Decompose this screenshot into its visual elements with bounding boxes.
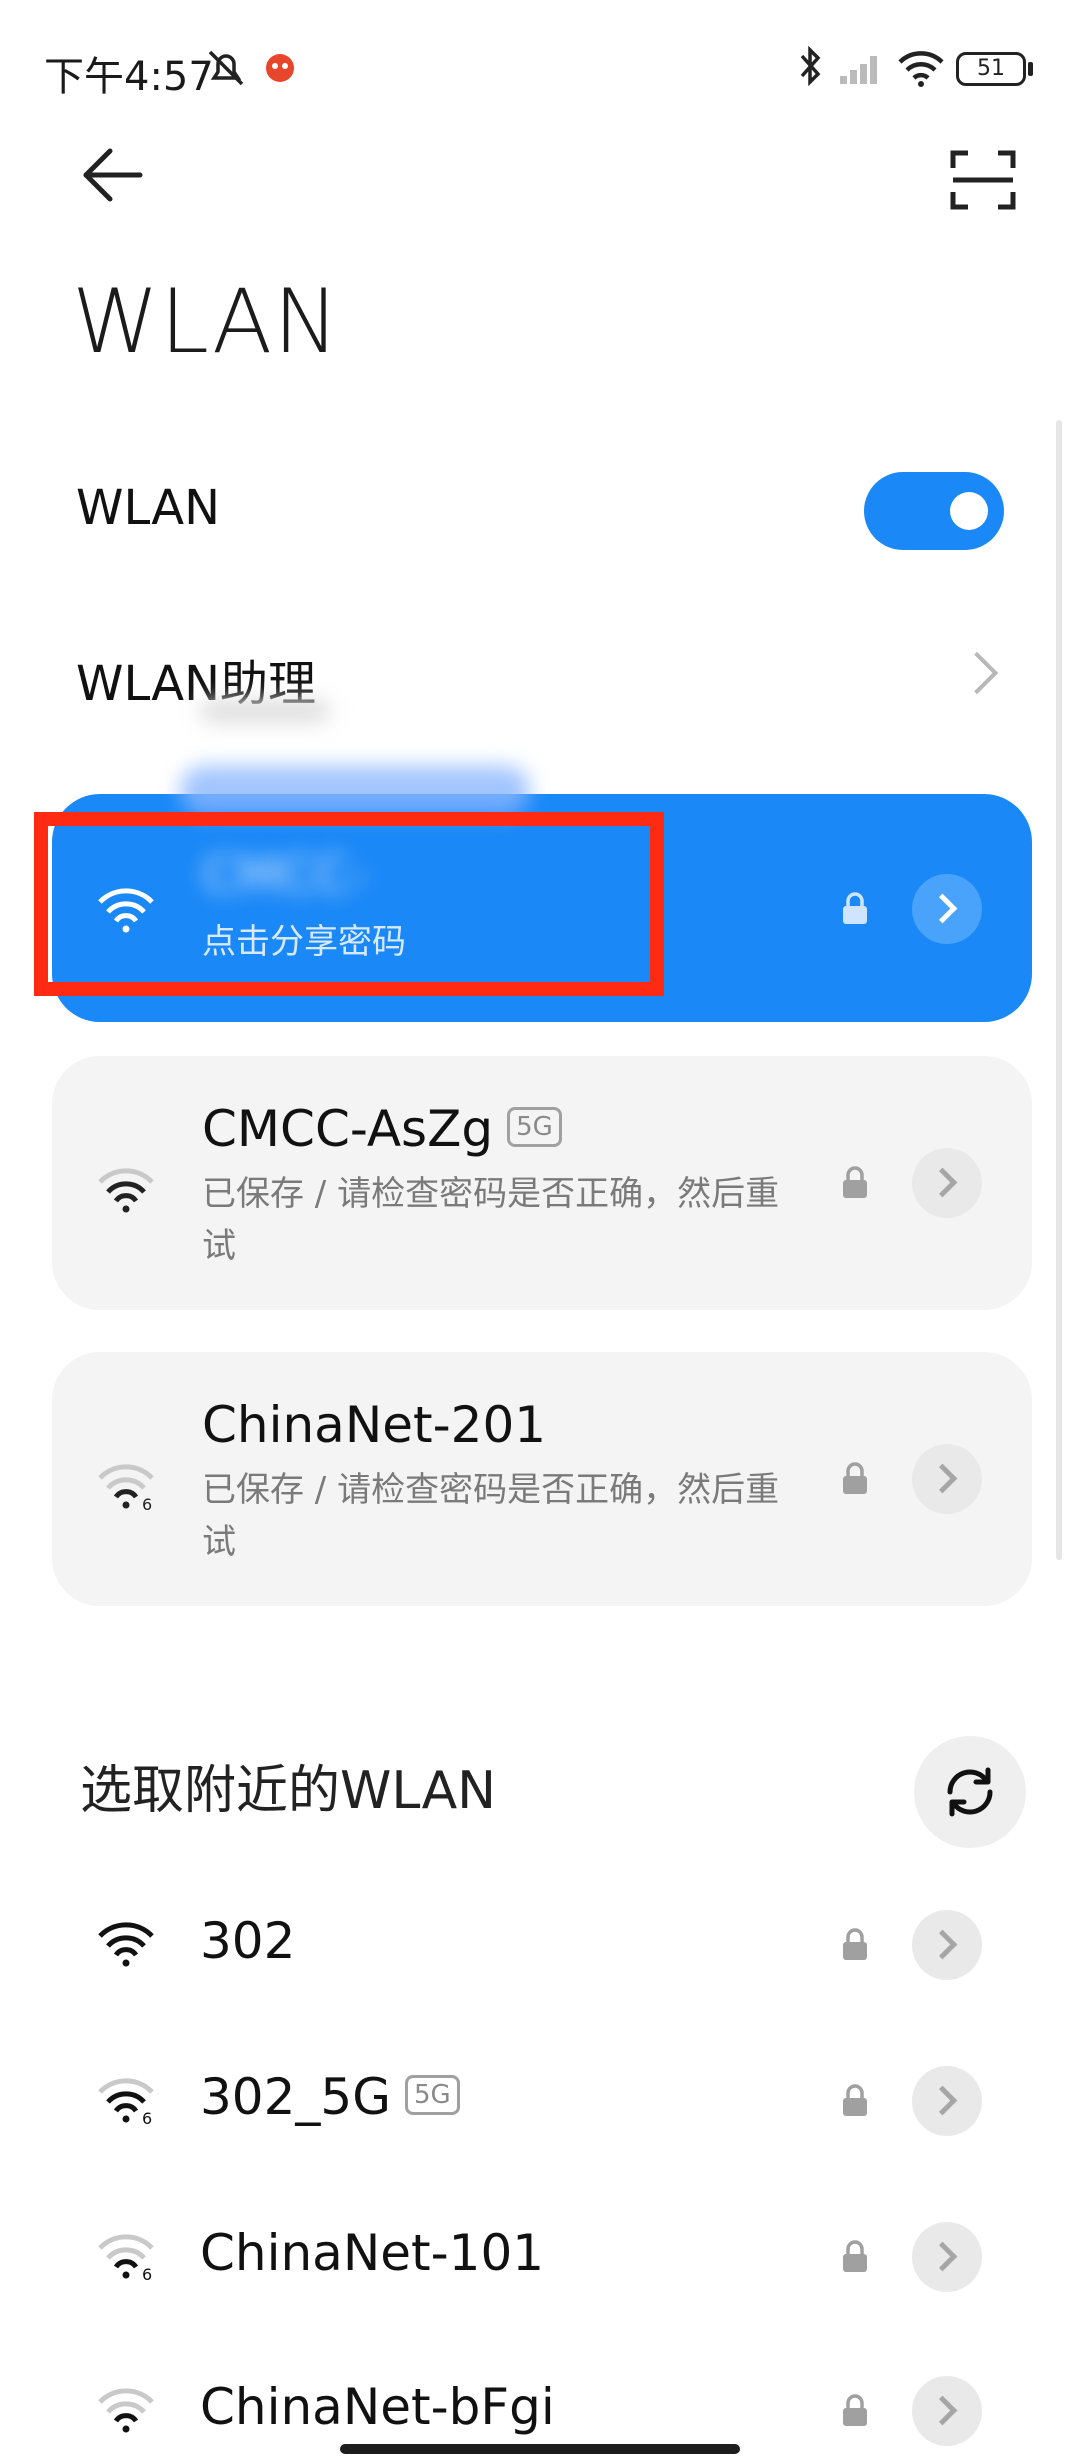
lock-icon (843, 2394, 867, 2426)
network-details-button[interactable] (912, 2222, 982, 2292)
annotation-highlight-box (34, 812, 664, 996)
chevron-right-icon (927, 2395, 958, 2426)
nearby-network-row[interactable]: 6 ChinaNet-101 (0, 2192, 1040, 2322)
svg-text:6: 6 (142, 2109, 152, 2124)
redacted-text (200, 700, 330, 722)
saved-network-card[interactable]: 6 ChinaNet-201 已保存 / 请检查密码是否正确，然后重试 (52, 1352, 1032, 1606)
network-details-button[interactable] (912, 1910, 982, 1980)
chevron-right-icon (927, 1167, 958, 1198)
nearby-network-name: 302_5G 5G (200, 2068, 460, 2126)
chevron-right-icon (955, 651, 999, 695)
lock-icon (843, 1462, 867, 1494)
network-details-button[interactable] (912, 1148, 982, 1218)
lock-icon (843, 2240, 867, 2272)
wifi6-signal-icon: 6 (98, 2078, 154, 2124)
wlan-row-label: WLAN (76, 480, 221, 536)
saved-network-status: 已保存 / 请检查密码是否正确，然后重试 (202, 1174, 780, 1266)
svg-text:6: 6 (142, 1495, 152, 1510)
refresh-button[interactable] (914, 1736, 1026, 1848)
nearby-network-row[interactable]: 302 (0, 1880, 1040, 2010)
page-title: WLAN (72, 270, 341, 373)
network-name-text: 302_5G (200, 2068, 391, 2126)
nearby-network-name: ChinaNet-101 (200, 2224, 545, 2282)
scan-qr-icon[interactable] (950, 150, 1016, 210)
saved-network-status: 已保存 / 请检查密码是否正确，然后重试 (202, 1470, 780, 1562)
network-details-button[interactable] (912, 1444, 982, 1514)
lock-icon (843, 1928, 867, 1960)
wifi-signal-icon (98, 1922, 154, 1967)
chevron-right-icon (927, 1929, 958, 1960)
wifi-signal-icon (98, 2388, 154, 2433)
redacted-overlay (180, 766, 530, 816)
scrollbar[interactable] (1056, 420, 1062, 1560)
wifi6-signal-icon: 6 (98, 2234, 154, 2280)
wlan-assistant-row[interactable] (0, 0, 1040, 120)
back-arrow-icon[interactable] (80, 140, 150, 210)
network-name-text: CMCC-AsZg (202, 1100, 494, 1158)
nearby-network-name: 302 (200, 1912, 296, 1970)
home-indicator[interactable] (340, 2444, 740, 2454)
wifi-signal-icon (98, 1168, 154, 1213)
lock-icon (843, 2084, 867, 2116)
toggle-knob (950, 492, 988, 530)
nearby-network-row[interactable]: ChinaNet-bFgi (0, 2346, 1040, 2460)
chevron-right-icon (927, 2241, 958, 2272)
saved-network-name: ChinaNet-201 (202, 1396, 547, 1454)
network-details-button[interactable] (912, 2066, 982, 2136)
saved-network-card[interactable]: CMCC-AsZg 5G 已保存 / 请检查密码是否正确，然后重试 (52, 1056, 1032, 1310)
nearby-section-title: 选取附近的WLAN (80, 1761, 497, 1821)
chevron-right-icon (927, 2085, 958, 2116)
wlan-toggle[interactable] (864, 472, 1004, 550)
band-badge: 5G (507, 1106, 562, 1147)
chevron-right-icon (927, 1463, 958, 1494)
lock-icon (843, 1166, 867, 1198)
refresh-icon (947, 1767, 993, 1817)
lock-icon (843, 892, 867, 924)
wifi6-signal-icon: 6 (98, 1464, 154, 1510)
svg-text:6: 6 (142, 2265, 152, 2280)
network-details-button[interactable] (912, 2376, 982, 2446)
connected-network-details-button[interactable] (912, 874, 982, 944)
chevron-right-icon (927, 893, 958, 924)
nearby-network-row[interactable]: 6 302_5G 5G (0, 2036, 1040, 2166)
band-badge: 5G (405, 2074, 460, 2115)
nearby-network-name: ChinaNet-bFgi (200, 2378, 555, 2436)
saved-network-name: CMCC-AsZg 5G (202, 1100, 562, 1158)
